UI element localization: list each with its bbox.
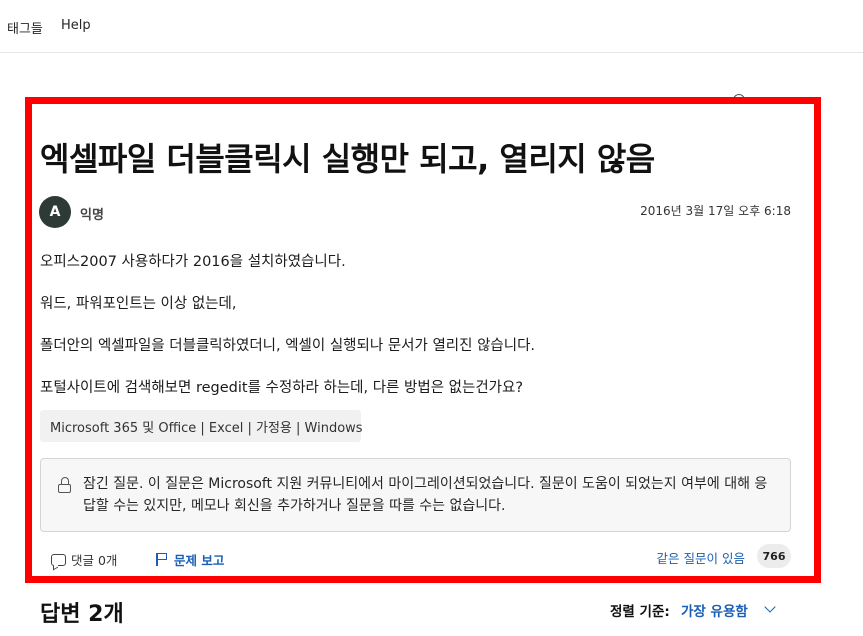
question-body-paragraph: 포털사이트에 검색해보면 regedit를 수정하라 하는데, 다른 방법은 없… [40, 380, 524, 396]
author-name[interactable]: 익명 [80, 204, 104, 223]
reply-button[interactable]: 댓글 0개 [51, 550, 117, 569]
nav-item-tags[interactable]: 태그들 [7, 18, 43, 37]
question-card: 엑셀파일 더블클릭시 실행만 되고, 열리지 않음 A 익명 2016년 3월 … [25, 97, 821, 583]
same-question-button[interactable]: 같은 질문이 있음 [657, 548, 745, 567]
question-title: 엑셀파일 더블클릭시 실행만 되고, 열리지 않음 [40, 140, 655, 178]
sort-dropdown[interactable]: 가장 유용함 [681, 600, 748, 620]
same-question-count-badge: 766 [757, 544, 791, 568]
answers-heading: 답변 2개 [40, 602, 124, 627]
report-issue-button[interactable]: 문제 보고 [156, 550, 224, 569]
chevron-down-icon[interactable] [764, 601, 776, 613]
report-issue-label: 문제 보고 [174, 553, 225, 568]
tag-chip[interactable]: Microsoft 365 및 Office | Excel | 가정용 | W… [40, 410, 363, 442]
top-navigation: 태그들 Help [0, 0, 863, 53]
post-timestamp: 2016년 3월 17일 오후 6:18 [640, 204, 791, 218]
comment-icon [51, 553, 66, 566]
question-body-paragraph: 오피스2007 사용하다가 2016을 설치하였습니다. [40, 254, 346, 270]
sort-label: 정렬 기준: [610, 604, 670, 620]
flag-icon [156, 553, 168, 566]
locked-notice-text: 잠긴 질문. 이 질문은 Microsoft 지원 커뮤니티에서 마이그레이션되… [83, 476, 768, 514]
question-body-paragraph: 폴더안의 엑셀파일을 더블클릭하였더니, 엑셀이 실행되나 문서가 열리진 않습… [40, 338, 536, 354]
locked-notice: 잠긴 질문. 이 질문은 Microsoft 지원 커뮤니티에서 마이그레이션되… [40, 458, 791, 532]
lock-icon [58, 477, 71, 493]
nav-item-help[interactable]: Help [61, 18, 91, 33]
avatar[interactable]: A [39, 196, 71, 228]
reply-count-label: 댓글 0개 [71, 553, 118, 568]
question-body-paragraph: 워드, 파워포인트는 이상 없는데, [40, 296, 237, 312]
question-action-bar: 댓글 0개 문제 보고 같은 질문이 있음 766 [40, 544, 791, 572]
